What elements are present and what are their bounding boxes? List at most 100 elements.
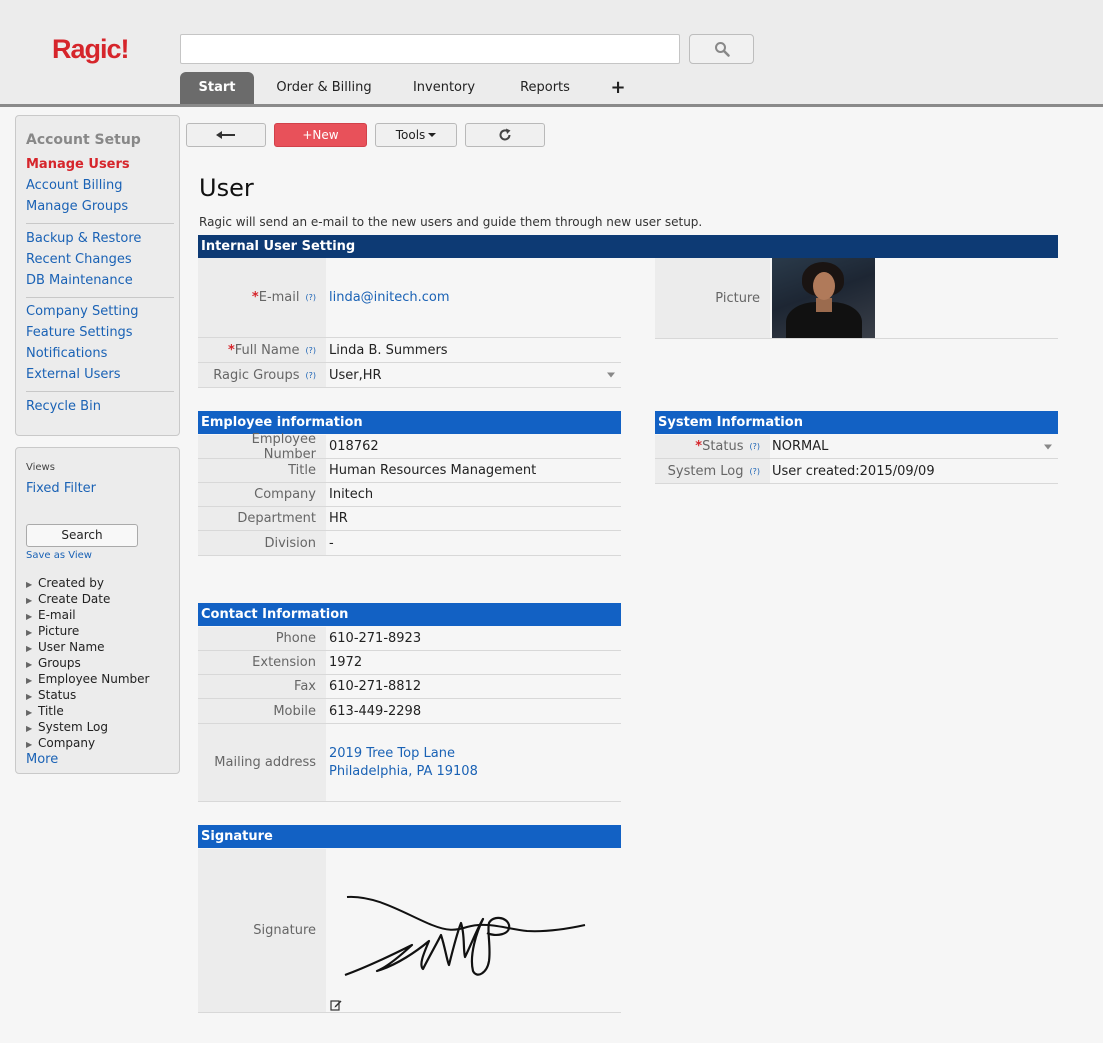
sidebar-item-db-maintenance[interactable]: DB Maintenance	[26, 273, 133, 288]
sidebar-item-manage-groups[interactable]: Manage Groups	[26, 199, 128, 214]
more-filters-link[interactable]: More	[26, 752, 58, 767]
address-line-2[interactable]: Philadelphia, PA 19108	[329, 763, 478, 781]
sidebar-item-feature-settings[interactable]: Feature Settings	[26, 325, 133, 340]
field-label: Employee Number	[198, 432, 326, 462]
company-field[interactable]: Initech	[329, 483, 621, 506]
filter-item[interactable]: ▶ Picture	[26, 624, 79, 638]
filter-item[interactable]: ▶ Created by	[26, 576, 104, 590]
add-tab-button[interactable]: +	[600, 72, 636, 104]
sidebar-item-notifications[interactable]: Notifications	[26, 346, 107, 361]
field-label: Company	[198, 483, 326, 506]
help-icon[interactable]: (?)	[750, 442, 761, 451]
ragic-groups-row: Ragic Groups (?) User,HR	[198, 363, 621, 388]
search-button[interactable]	[689, 34, 754, 64]
account-setup-heading: Account Setup	[26, 132, 141, 148]
mobile-row: Mobile 613-449-2298	[198, 699, 621, 724]
email-field[interactable]: linda@initech.com	[329, 258, 621, 337]
filter-item[interactable]: ▶ Groups	[26, 656, 81, 670]
signature-row: Signature	[198, 849, 621, 1013]
sidebar-item-account-billing[interactable]: Account Billing	[26, 178, 122, 193]
field-label: Division	[198, 531, 326, 555]
system-log-label-text: System Log	[667, 463, 744, 479]
email-value[interactable]: linda@initech.com	[329, 290, 450, 305]
filter-item[interactable]: ▶ Employee Number	[26, 672, 149, 686]
picture-field[interactable]	[772, 258, 1058, 338]
extension-field[interactable]: 1972	[329, 651, 621, 674]
filter-item[interactable]: ▶ Create Date	[26, 592, 110, 606]
sidebar-item-recent-changes[interactable]: Recent Changes	[26, 252, 132, 267]
expand-triangle-icon: ▶	[26, 580, 33, 589]
filter-item[interactable]: ▶ System Log	[26, 720, 108, 734]
sidebar-item-company-setting[interactable]: Company Setting	[26, 304, 139, 319]
ragic-groups-select[interactable]: User,HR	[329, 363, 621, 387]
filter-label: System Log	[38, 720, 108, 734]
phone-field[interactable]: 610-271-8923	[329, 627, 621, 650]
system-log-row: System Log (?) User created:2015/09/09	[655, 459, 1058, 484]
tab-order-billing[interactable]: Order & Billing	[270, 72, 378, 104]
search-input[interactable]	[180, 34, 680, 64]
fullname-field[interactable]: Linda B. Summers	[329, 338, 621, 362]
caret-down-icon	[428, 133, 437, 137]
field-label: Department	[198, 507, 326, 530]
back-button[interactable]	[186, 123, 266, 147]
sidebar-item-external-users[interactable]: External Users	[26, 367, 120, 382]
filter-item[interactable]: ▶ Status	[26, 688, 76, 702]
page-description: Ragic will send an e-mail to the new use…	[199, 215, 703, 229]
expand-triangle-icon: ▶	[26, 740, 33, 749]
filter-label: Status	[38, 688, 77, 702]
edit-icon[interactable]	[330, 999, 342, 1011]
ragic-groups-value: User,HR	[329, 367, 382, 383]
filter-item[interactable]: ▶ E-mail	[26, 608, 76, 622]
ragic-groups-label: Ragic Groups (?)	[198, 363, 326, 387]
sidebar-divider	[26, 223, 174, 224]
page-title: User	[199, 174, 254, 202]
department-field[interactable]: HR	[329, 507, 621, 530]
tab-inventory[interactable]: Inventory	[400, 72, 488, 104]
employee-number-field[interactable]: 018762	[329, 435, 621, 458]
views-panel: Views Fixed Filter Search Save as View ▶…	[15, 447, 180, 774]
tab-reports[interactable]: Reports	[510, 72, 580, 104]
chevron-down-icon	[1044, 444, 1052, 449]
filter-search-button[interactable]: Search	[26, 524, 138, 547]
expand-triangle-icon: ▶	[26, 660, 33, 669]
help-icon[interactable]: (?)	[306, 293, 317, 302]
expand-triangle-icon: ▶	[26, 676, 33, 685]
new-record-button[interactable]: +New	[274, 123, 367, 147]
division-row: Division -	[198, 531, 621, 556]
help-icon[interactable]: (?)	[306, 346, 317, 355]
address-line-1[interactable]: 2019 Tree Top Lane	[329, 745, 455, 763]
expand-triangle-icon: ▶	[26, 692, 33, 701]
sidebar-item-manage-users[interactable]: Manage Users	[26, 157, 130, 172]
picture-label: Picture	[655, 258, 770, 338]
required-mark: *	[251, 290, 259, 305]
sidebar-item-recycle-bin[interactable]: Recycle Bin	[26, 399, 101, 414]
status-select[interactable]: NORMAL	[772, 435, 1058, 458]
section-signature: Signature	[198, 825, 621, 848]
ragic-logo[interactable]: Ragic!	[52, 34, 130, 65]
refresh-icon	[499, 128, 511, 141]
mailing-address-row: Mailing address 2019 Tree Top Lane Phila…	[198, 724, 621, 802]
division-field[interactable]: -	[329, 531, 621, 555]
sidebar-divider	[26, 391, 174, 392]
signature-field[interactable]	[329, 849, 621, 1012]
filter-label: Create Date	[38, 592, 111, 606]
help-icon[interactable]: (?)	[306, 371, 317, 380]
picture-row: Picture	[655, 258, 1058, 339]
mobile-field[interactable]: 613-449-2298	[329, 699, 621, 723]
user-photo[interactable]	[772, 258, 875, 338]
help-icon[interactable]: (?)	[750, 467, 761, 476]
tools-dropdown-button[interactable]: Tools	[375, 123, 457, 147]
refresh-button[interactable]	[465, 123, 545, 147]
filter-item[interactable]: ▶ User Name	[26, 640, 105, 654]
email-row: * E-mail (?) linda@initech.com	[198, 258, 621, 338]
section-system-information: System Information	[655, 411, 1058, 434]
title-field[interactable]: Human Resources Management	[329, 459, 621, 482]
filter-item[interactable]: ▶ Title	[26, 704, 64, 718]
fax-field[interactable]: 610-271-8812	[329, 675, 621, 698]
tab-start[interactable]: Start	[180, 72, 254, 104]
fixed-filter-link[interactable]: Fixed Filter	[26, 481, 96, 496]
save-as-view-link[interactable]: Save as View	[26, 550, 92, 561]
sidebar-item-backup-restore[interactable]: Backup & Restore	[26, 231, 141, 246]
mailing-address-field[interactable]: 2019 Tree Top Lane Philadelphia, PA 1910…	[329, 724, 621, 801]
filter-item[interactable]: ▶ Company	[26, 736, 95, 750]
